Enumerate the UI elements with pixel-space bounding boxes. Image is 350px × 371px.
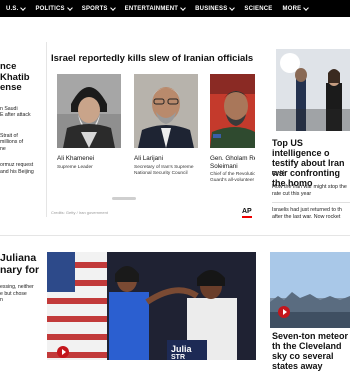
nav-item-entertainment[interactable]: ENTERTAINMENT [124, 4, 186, 12]
bottom-left-headline[interactable]: Juliana nary for [0, 252, 46, 276]
bottom-left-story[interactable]: Juliana nary for essing, neither e but c… [0, 252, 46, 304]
nav-item-us[interactable]: U.S. [6, 4, 27, 12]
nav-item-business[interactable]: BUSINESS [195, 4, 236, 12]
comment-count[interactable]: 44 [272, 170, 285, 176]
chevron-down-icon [303, 4, 310, 11]
portrait-image [134, 74, 198, 148]
card-name: Ali Khamenei [57, 155, 95, 162]
card-role: Guard's all-volunteer [210, 178, 255, 183]
meteor-video-thumbnail[interactable] [270, 252, 350, 328]
right-headline[interactable]: Top US intelligence o testify about Iran… [272, 138, 350, 188]
left-para-3[interactable]: ormuz request and his Beijing [0, 162, 46, 175]
chevron-down-icon [180, 4, 186, 11]
comment-count-text: 44 [279, 170, 285, 176]
top-nav: U.S. POLITICS SPORTS ENTERTAINMENT BUSINESS S… [0, 0, 350, 17]
headline-line[interactable]: nary for [0, 264, 46, 276]
left-headline-line[interactable]: ense [0, 82, 46, 94]
related-link-2[interactable]: Israelis had just returned to th after t… [272, 207, 350, 221]
rally-video-thumbnail[interactable]: Julia STR [47, 252, 256, 360]
comment-icon [272, 171, 277, 175]
portrait-image [57, 74, 121, 148]
svg-text:Julia: Julia [171, 344, 193, 354]
carousel-scrollbar[interactable] [112, 197, 136, 200]
nav-item-label: SCIENCE [244, 5, 273, 12]
chevron-down-icon [229, 4, 236, 11]
card-name: Ali Larijani [134, 155, 164, 162]
left-para-line[interactable]: and his Beijing [0, 169, 46, 176]
chevron-down-icon [109, 4, 116, 11]
related-divider [272, 202, 350, 203]
left-para-line[interactable]: ne [0, 146, 46, 153]
card-role: Supreme Leader [57, 164, 93, 170]
card-role: Secretary of Iran's Supreme [134, 164, 194, 170]
play-icon[interactable] [57, 346, 69, 358]
left-headline[interactable]: nce Khatib ense [0, 61, 46, 94]
bottom-right-headline[interactable]: Seven-ton meteor th the Cleveland sky co… [272, 331, 350, 371]
nav-item-science[interactable]: SCIENCE [244, 6, 272, 12]
nav-item-label: SPORTS [81, 5, 108, 12]
carousel-title[interactable]: Israel reportedly kills slew of Iranian … [51, 53, 253, 64]
nav-item-sports[interactable]: SPORTS [81, 4, 116, 12]
left-para-2[interactable]: Strait of millions of ne [0, 133, 46, 153]
carousel-card-larijani[interactable]: Ali Larijani Secretary of Iran's Supreme… [134, 74, 200, 177]
carousel-card-khamenei[interactable]: Ali Khamenei Supreme Leader [57, 74, 123, 171]
column-divider [46, 42, 47, 217]
svg-text:STR: STR [171, 354, 185, 360]
headline-line[interactable]: Juliana [0, 252, 46, 264]
chevron-down-icon [20, 4, 27, 11]
ap-logo-text: AP [242, 208, 252, 215]
nav-item-label: ENTERTAINMENT [124, 5, 179, 12]
left-para-line[interactable]: E after attack [0, 112, 46, 119]
card-name: Soleimani [210, 162, 238, 170]
image-credit: Credits: Getty / Iran government [51, 210, 108, 215]
play-icon[interactable] [278, 306, 290, 318]
left-headline-line[interactable]: nce [0, 61, 46, 73]
nav-item-label: BUSINESS [195, 5, 228, 12]
related-link-1[interactable]: How the Iran war might stop the rate cut… [272, 184, 350, 198]
nav-item-label: MORE [282, 5, 302, 12]
nav-item-more[interactable]: MORE [282, 4, 310, 12]
card-name: Gen. Gholam Re [210, 155, 255, 162]
chevron-down-icon [66, 4, 73, 11]
nav-item-politics[interactable]: POLITICS [35, 4, 73, 12]
nav-item-label: POLITICS [35, 5, 65, 12]
bottom-left-para[interactable]: essing, neither e but chose n [0, 284, 46, 304]
section-divider [0, 235, 350, 236]
left-para-1[interactable]: n Saudi E after attack [0, 106, 46, 119]
carousel-card-soleimani[interactable]: Gen. Gholam Re Soleimani Chief of the Re… [210, 74, 255, 184]
ap-logo: AP [242, 208, 252, 218]
right-story-image[interactable] [276, 49, 350, 131]
nav-item-label: U.S. [6, 5, 19, 12]
card-role: National Security Council [134, 170, 188, 176]
portrait-image [210, 74, 255, 148]
left-story[interactable]: nce Khatib ense n Saudi E after attack S… [0, 61, 46, 175]
para-line[interactable]: n [0, 297, 46, 304]
